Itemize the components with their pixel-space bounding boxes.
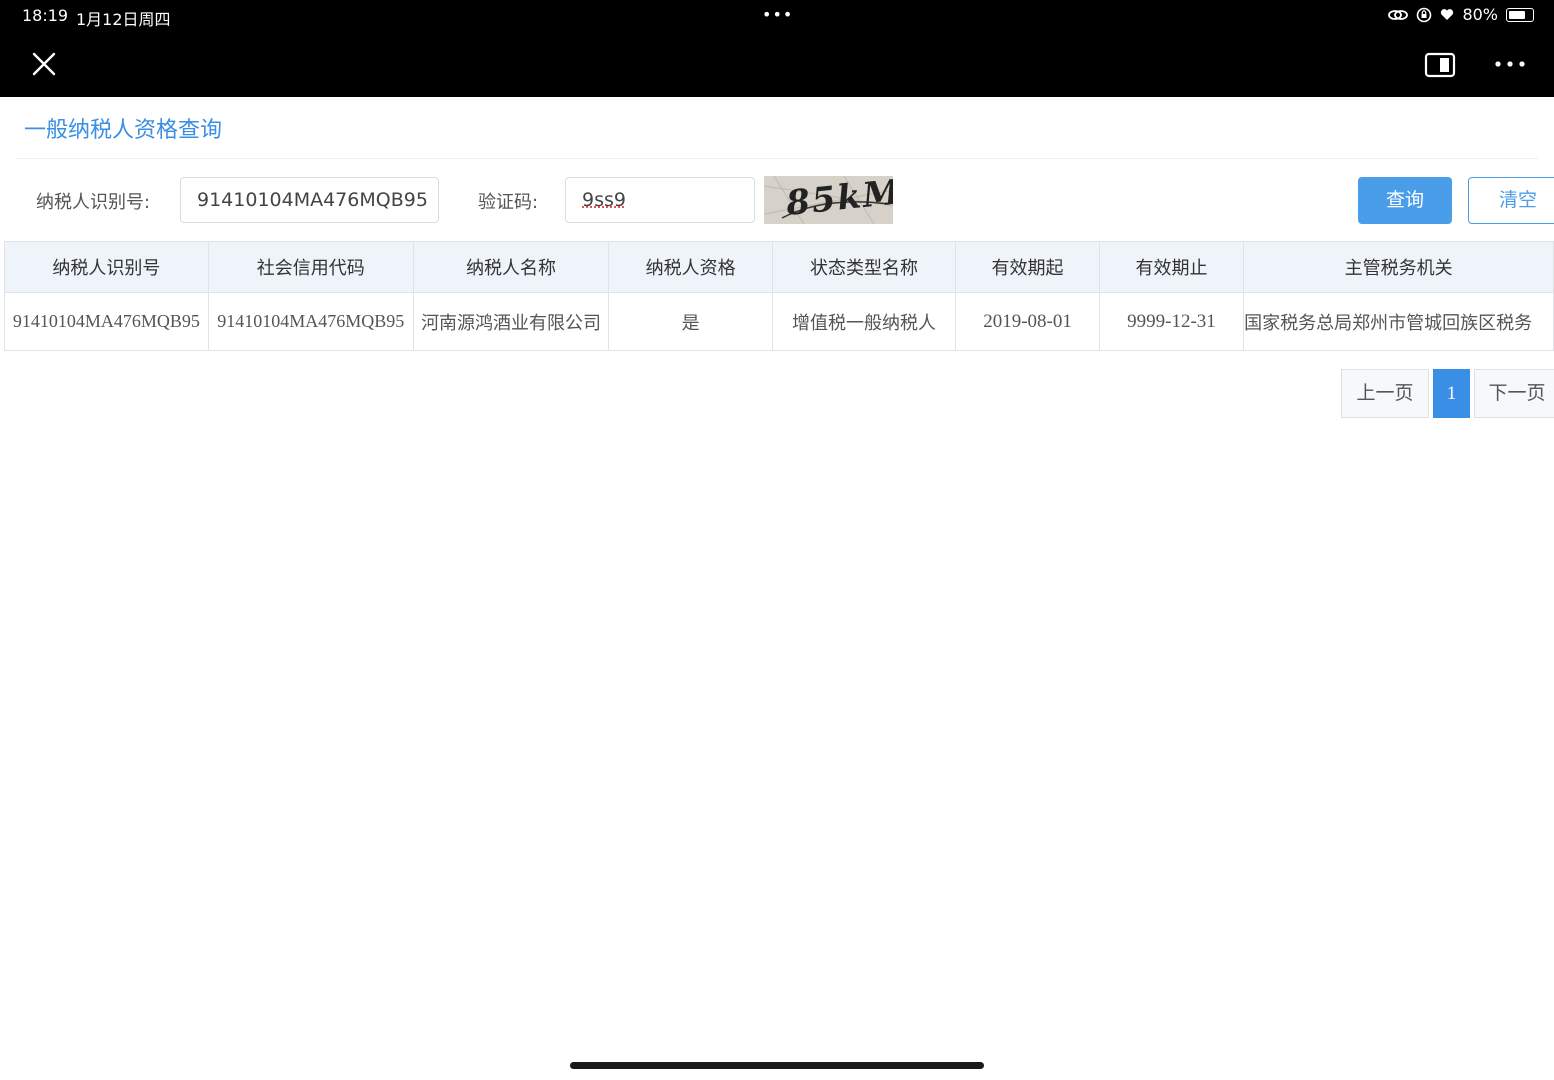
cell-taxpayer-id: 91410104MA476MQB95 bbox=[4, 292, 209, 351]
captcha-input[interactable]: 9ss9 bbox=[565, 177, 755, 223]
clear-button[interactable]: 清空 bbox=[1468, 177, 1554, 224]
status-date: 1月12日周四 bbox=[76, 10, 171, 29]
column-header: 有效期止 bbox=[1098, 241, 1245, 293]
column-header: 社会信用代码 bbox=[207, 241, 414, 293]
query-button[interactable]: 查询 bbox=[1358, 177, 1452, 224]
more-options-icon[interactable] bbox=[1490, 50, 1530, 78]
column-header: 有效期起 bbox=[955, 241, 1100, 293]
next-page-button[interactable]: 下一页 bbox=[1474, 369, 1554, 418]
column-header: 状态类型名称 bbox=[771, 241, 957, 293]
heart-icon bbox=[1441, 9, 1454, 20]
prev-page-button[interactable]: 上一页 bbox=[1341, 369, 1429, 418]
home-indicator[interactable] bbox=[570, 1062, 984, 1069]
link-icon bbox=[1388, 9, 1409, 20]
column-header: 纳税人资格 bbox=[608, 241, 773, 293]
cell-status-type: 增值税一般纳税人 bbox=[771, 292, 957, 351]
taxpayer-id-input[interactable]: 91410104MA476MQB95 bbox=[180, 177, 439, 223]
top-bar: 18:19 1月12日周四 ••• 80% bbox=[0, 0, 1554, 97]
cell-valid-from: 2019-08-01 bbox=[955, 292, 1100, 351]
column-header: 纳税人识别号 bbox=[4, 241, 209, 293]
status-icons: 80% bbox=[1388, 5, 1534, 24]
split-view-icon[interactable] bbox=[1424, 51, 1456, 79]
rotation-lock-icon bbox=[1417, 7, 1432, 22]
column-header: 主管税务机关 bbox=[1243, 241, 1554, 293]
cell-credit-code: 91410104MA476MQB95 bbox=[207, 292, 414, 351]
captcha-label: 验证码: bbox=[478, 192, 539, 213]
battery-icon bbox=[1506, 7, 1534, 22]
captcha-image[interactable]: 85kM bbox=[764, 176, 893, 224]
taxpayer-id-label: 纳税人识别号: bbox=[36, 192, 151, 213]
cell-qualification: 是 bbox=[608, 292, 773, 351]
table-header-row: 纳税人识别号 社会信用代码 纳税人名称 纳税人资格 状态类型名称 有效期起 有效… bbox=[4, 241, 1554, 293]
captcha-input-value: 9ss9 bbox=[582, 189, 626, 211]
result-table: 纳税人识别号 社会信用代码 纳税人名称 纳税人资格 状态类型名称 有效期起 有效… bbox=[4, 241, 1554, 351]
cell-taxpayer-name: 河南源鸿酒业有限公司 bbox=[412, 292, 610, 351]
close-icon[interactable] bbox=[28, 48, 60, 80]
status-time: 18:19 bbox=[22, 6, 69, 25]
column-header: 纳税人名称 bbox=[412, 241, 610, 293]
multitask-dots[interactable]: ••• bbox=[762, 5, 793, 24]
title-divider bbox=[16, 158, 1538, 159]
page-number-current[interactable]: 1 bbox=[1433, 369, 1470, 418]
battery-percent: 80% bbox=[1462, 5, 1498, 24]
cell-valid-to: 9999-12-31 bbox=[1098, 292, 1245, 351]
table-row: 91410104MA476MQB95 91410104MA476MQB95 河南… bbox=[4, 292, 1554, 351]
cell-tax-authority: 国家税务总局郑州市管城回族区税务 bbox=[1243, 292, 1554, 351]
page-title: 一般纳税人资格查询 bbox=[24, 118, 223, 143]
